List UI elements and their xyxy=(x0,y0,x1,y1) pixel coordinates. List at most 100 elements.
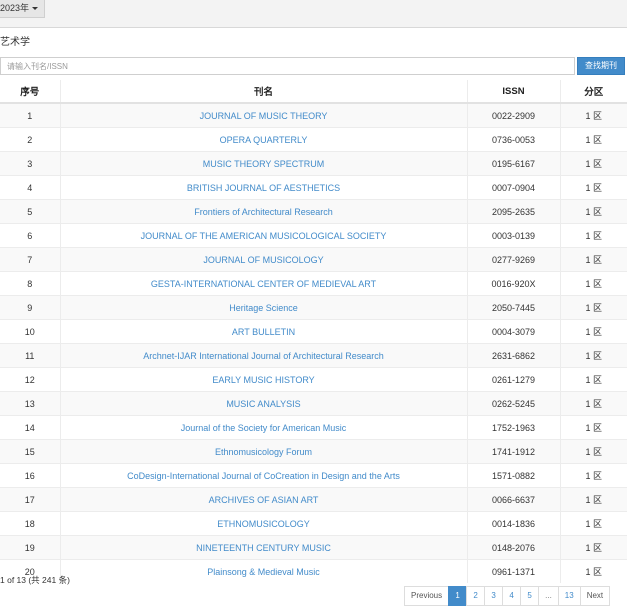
journal-name-cell: MUSIC THEORY SPECTRUM xyxy=(60,151,468,176)
zone-cell: 1 区 xyxy=(560,487,627,512)
row-index: 8 xyxy=(0,271,61,296)
table-row: 4 BRITISH JOURNAL OF AESTHETICS 0007-0904 1… xyxy=(0,175,627,200)
zone-cell: 1 区 xyxy=(560,559,627,583)
row-index: 4 xyxy=(0,175,61,200)
page-ellipsis: ... xyxy=(538,586,559,606)
table-row: 16 CoDesign-International Journal of CoCr… xyxy=(0,463,627,488)
journal-name-link[interactable]: MUSIC ANALYSIS xyxy=(226,399,300,409)
year-dropdown[interactable]: 2023年 xyxy=(0,0,46,18)
page-number-button[interactable]: 5 xyxy=(520,586,540,606)
journal-name-cell: Journal of the Society for American Musi… xyxy=(60,415,468,440)
search-input[interactable] xyxy=(0,57,575,75)
journal-name-link[interactable]: Heritage Science xyxy=(229,303,298,313)
table-row: 2 OPERA QUARTERLY 0736-0053 1 区 xyxy=(0,127,627,152)
journal-name-link[interactable]: MUSIC THEORY SPECTRUM xyxy=(203,159,325,169)
page-number-button[interactable]: 4 xyxy=(502,586,522,606)
journal-name-link[interactable]: Journal of the Society for American Musi… xyxy=(181,423,347,433)
table-row: 3 MUSIC THEORY SPECTRUM 0195-6167 1 区 xyxy=(0,151,627,176)
journal-name-link[interactable]: Archnet-IJAR International Journal of Ar… xyxy=(143,351,384,361)
journal-name-link[interactable]: NINETEENTH CENTURY MUSIC xyxy=(196,543,331,553)
journal-name-cell: OPERA QUARTERLY xyxy=(60,127,468,152)
journal-name-link[interactable]: BRITISH JOURNAL OF AESTHETICS xyxy=(187,183,340,193)
row-index: 18 xyxy=(0,511,61,536)
journal-name-link[interactable]: ETHNOMUSICOLOGY xyxy=(217,519,310,529)
journal-name-link[interactable]: JOURNAL OF MUSIC THEORY xyxy=(200,111,328,121)
journal-table: 序号 刊名 ISSN 分区 1 JOURNAL OF MUSIC THEORY 00… xyxy=(0,80,627,583)
issn-cell: 0066-6637 xyxy=(467,487,561,512)
table-row: 10 ART BULLETIN 0004-3079 1 区 xyxy=(0,319,627,344)
table-row: 14 Journal of the Society for American Mu… xyxy=(0,415,627,440)
issn-cell: 2095-2635 xyxy=(467,199,561,224)
journal-name-cell: NINETEENTH CENTURY MUSIC xyxy=(60,535,468,560)
table-row: 1 JOURNAL OF MUSIC THEORY 0022-2909 1 区 xyxy=(0,102,627,128)
issn-cell: 1741-1912 xyxy=(467,439,561,464)
page-number-list: 1 2 3 4 5... 13 xyxy=(448,586,581,606)
zone-cell: 1 区 xyxy=(560,415,627,440)
table-row: 9 Heritage Science 2050-7445 1 区 xyxy=(0,295,627,320)
issn-cell: 0262-5245 xyxy=(467,391,561,416)
row-index: 11 xyxy=(0,343,61,368)
row-index: 17 xyxy=(0,487,61,512)
zone-cell: 1 区 xyxy=(560,535,627,560)
journal-name-link[interactable]: ARCHIVES OF ASIAN ART xyxy=(209,495,319,505)
journal-name-link[interactable]: CoDesign-International Journal of CoCrea… xyxy=(127,471,400,481)
journal-name-link[interactable]: Plainsong & Medieval Music xyxy=(207,567,320,577)
issn-cell: 0004-3079 xyxy=(467,319,561,344)
table-row: 8 GESTA-INTERNATIONAL CENTER OF MEDIEVAL … xyxy=(0,271,627,296)
journal-name-cell: EARLY MUSIC HISTORY xyxy=(60,367,468,392)
journal-table-body: 1 JOURNAL OF MUSIC THEORY 0022-2909 1 区 2 OPE… xyxy=(0,102,627,583)
row-index: 16 xyxy=(0,463,61,488)
journal-name-link[interactable]: OPERA QUARTERLY xyxy=(220,135,308,145)
page-number-button[interactable]: 13 xyxy=(557,586,581,606)
table-row: 5 Frontiers of Architectural Research 2095… xyxy=(0,199,627,224)
issn-cell: 0003-0139 xyxy=(467,223,561,248)
page-number-button[interactable]: 1 xyxy=(448,586,468,606)
issn-cell: 0022-2909 xyxy=(467,102,561,128)
zone-cell: 1 区 xyxy=(560,343,627,368)
table-row: 20 Plainsong & Medieval Music 0961-1371 1 区 xyxy=(0,559,627,583)
table-row: 12 EARLY MUSIC HISTORY 0261-1279 1 区 xyxy=(0,367,627,392)
journal-name-link[interactable]: Frontiers of Architectural Research xyxy=(194,207,333,217)
journal-name-cell: ART BULLETIN xyxy=(60,319,468,344)
zone-cell: 1 区 xyxy=(560,511,627,536)
issn-cell: 0736-0053 xyxy=(467,127,561,152)
page-number-button[interactable]: 3 xyxy=(484,586,504,606)
search-button[interactable]: 查找期刊 xyxy=(577,57,625,75)
zone-cell: 1 区 xyxy=(560,439,627,464)
zone-cell: 1 区 xyxy=(560,127,627,152)
zone-cell: 1 区 xyxy=(560,367,627,392)
journal-name-link[interactable]: ART BULLETIN xyxy=(232,327,295,337)
issn-cell: 0014-1836 xyxy=(467,511,561,536)
issn-cell: 1571-0882 xyxy=(467,463,561,488)
column-header-index[interactable]: 序号 xyxy=(0,80,61,104)
journal-name-link[interactable]: JOURNAL OF THE AMERICAN MUSICOLOGICAL SO… xyxy=(141,231,387,241)
zone-cell: 1 区 xyxy=(560,175,627,200)
page-number-button[interactable]: 2 xyxy=(466,586,486,606)
journal-name-cell: Plainsong & Medieval Music xyxy=(60,559,468,583)
zone-cell: 1 区 xyxy=(560,295,627,320)
journal-name-link[interactable]: Ethnomusicology Forum xyxy=(215,447,312,457)
journal-name-link[interactable]: JOURNAL OF MUSICOLOGY xyxy=(203,255,323,265)
journal-name-link[interactable]: GESTA-INTERNATIONAL CENTER OF MEDIEVAL A… xyxy=(151,279,376,289)
row-index: 3 xyxy=(0,151,61,176)
table-row: 11 Archnet-IJAR International Journal of … xyxy=(0,343,627,368)
issn-cell: 0016-920X xyxy=(467,271,561,296)
journal-name-cell: MUSIC ANALYSIS xyxy=(60,391,468,416)
issn-cell: 0007-0904 xyxy=(467,175,561,200)
journal-name-cell: BRITISH JOURNAL OF AESTHETICS xyxy=(60,175,468,200)
previous-page-button[interactable]: Previous xyxy=(404,586,450,606)
next-page-button[interactable]: Next xyxy=(579,586,611,606)
issn-cell: 0961-1371 xyxy=(467,559,561,583)
column-header-name[interactable]: 刊名 xyxy=(60,80,468,104)
table-row: 13 MUSIC ANALYSIS 0262-5245 1 区 xyxy=(0,391,627,416)
row-index: 1 xyxy=(0,102,61,128)
journal-name-link[interactable]: EARLY MUSIC HISTORY xyxy=(212,375,314,385)
issn-cell: 1752-1963 xyxy=(467,415,561,440)
column-header-zone[interactable]: 分区 xyxy=(560,80,627,104)
zone-cell: 1 区 xyxy=(560,391,627,416)
zone-cell: 1 区 xyxy=(560,223,627,248)
column-header-issn[interactable]: ISSN xyxy=(467,80,561,104)
table-header-row: 序号 刊名 ISSN 分区 xyxy=(0,80,627,104)
journal-name-cell: ARCHIVES OF ASIAN ART xyxy=(60,487,468,512)
zone-cell: 1 区 xyxy=(560,247,627,272)
